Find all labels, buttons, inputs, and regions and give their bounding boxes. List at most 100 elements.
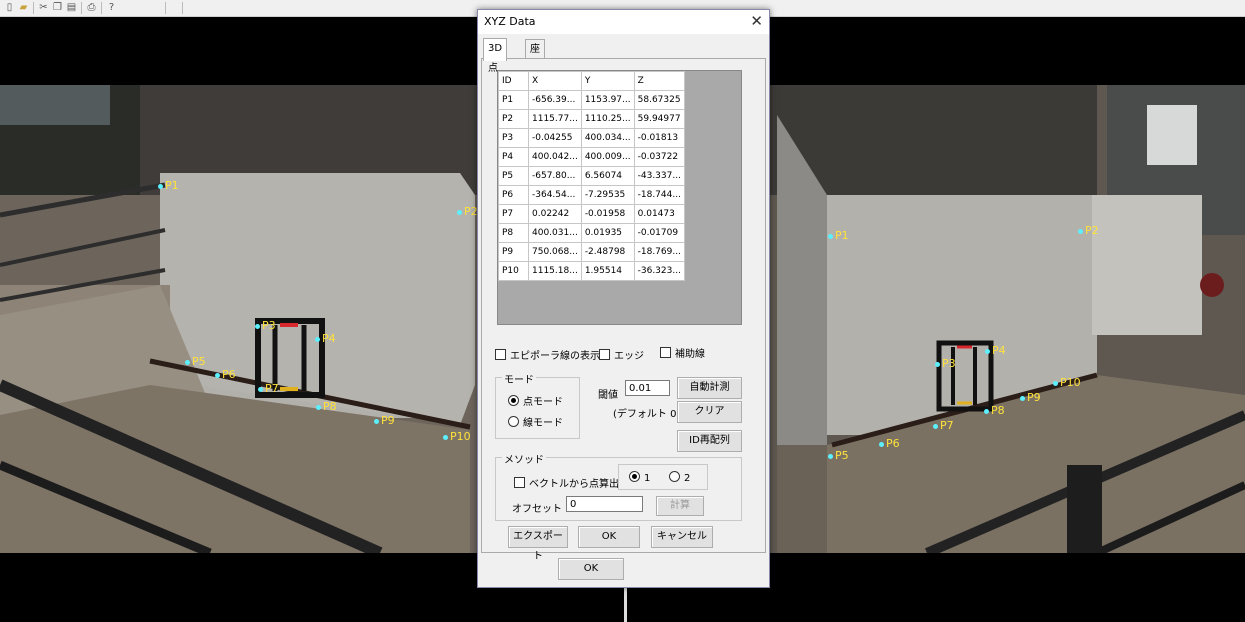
right-point-p9[interactable]: P9	[1020, 391, 1041, 404]
left-point-p8[interactable]: P8	[316, 400, 337, 413]
cell-id[interactable]: P5	[498, 166, 529, 186]
print-icon[interactable]: ⎙	[86, 2, 97, 13]
cell-x[interactable]: 400.031...	[528, 223, 582, 243]
cell-y[interactable]: 1.95514	[580, 261, 635, 281]
table-row[interactable]: P10 1115.18... 1.95514 -36.323...	[498, 261, 685, 281]
cell-y[interactable]: -2.48798	[580, 242, 635, 262]
right-point-p1[interactable]: P1	[828, 229, 849, 242]
right-point-p6[interactable]: P6	[879, 437, 900, 450]
right-point-p8[interactable]: P8	[984, 404, 1005, 417]
radio-dot[interactable]	[629, 471, 640, 482]
left-point-p2[interactable]: P2	[457, 205, 478, 218]
close-icon[interactable]: ✕	[750, 12, 763, 30]
method-option-1-radio[interactable]: 1	[629, 471, 650, 484]
tab-coordinate-transform[interactable]: 座標変換	[525, 39, 545, 115]
new-file-icon[interactable]: ▯	[4, 2, 15, 13]
cell-x[interactable]: 0.02242	[528, 204, 582, 224]
line-mode-radio[interactable]: 線モード	[508, 414, 563, 429]
cell-x[interactable]: 1115.18...	[528, 261, 582, 281]
cell-x[interactable]: -0.04255	[528, 128, 582, 148]
right-point-p10[interactable]: P10	[1053, 376, 1081, 389]
table-row[interactable]: P6 -364.54... -7.29535 -18.744...	[498, 185, 685, 205]
cell-z[interactable]: -0.01709	[633, 223, 685, 243]
left-point-p6[interactable]: P6	[215, 368, 236, 381]
column-header-id[interactable]: ID	[498, 71, 529, 91]
cell-x[interactable]: -364.54...	[528, 185, 582, 205]
cell-z[interactable]: -43.337...	[633, 166, 685, 186]
ok-button[interactable]: OK	[578, 526, 640, 548]
cell-z[interactable]: 58.67325	[633, 90, 685, 110]
method-option-2-radio[interactable]: 2	[669, 471, 690, 484]
radio-dot[interactable]	[508, 395, 519, 406]
copy-icon[interactable]: ❐	[52, 2, 63, 13]
left-point-p1[interactable]: P1	[158, 179, 179, 192]
cell-z[interactable]: -18.744...	[633, 185, 685, 205]
table-row[interactable]: P1 -656.39... 1153.97... 58.67325	[498, 90, 685, 110]
table-row[interactable]: P7 0.02242 -0.01958 0.01473	[498, 204, 685, 224]
cell-y[interactable]: 1153.97...	[580, 90, 635, 110]
help-icon[interactable]: ?	[106, 2, 117, 13]
left-point-p7[interactable]: P7	[258, 382, 279, 395]
right-point-p3[interactable]: P3	[935, 357, 956, 370]
cell-id[interactable]: P10	[498, 261, 529, 281]
cell-x[interactable]: -657.80...	[528, 166, 582, 186]
export-button[interactable]: エクスポート	[508, 526, 568, 562]
cell-z[interactable]: 0.01473	[633, 204, 685, 224]
calc-button[interactable]: 計算	[656, 496, 704, 516]
column-header-z[interactable]: Z	[633, 71, 685, 91]
threshold-input[interactable]: 0.01	[625, 380, 670, 396]
table-row[interactable]: P5 -657.80... 6.56074 -43.337...	[498, 166, 685, 186]
left-point-p4[interactable]: P4	[315, 332, 336, 345]
right-point-p5[interactable]: P5	[828, 449, 849, 462]
paste-icon[interactable]: ▤	[66, 2, 77, 13]
cell-y[interactable]: 0.01935	[580, 223, 635, 243]
cell-id[interactable]: P9	[498, 242, 529, 262]
cell-z[interactable]: -18.769...	[633, 242, 685, 262]
cell-id[interactable]: P8	[498, 223, 529, 243]
column-header-y[interactable]: Y	[580, 71, 635, 91]
cell-id[interactable]: P1	[498, 90, 529, 110]
view-splitter[interactable]	[624, 586, 627, 622]
cell-y[interactable]: -7.29535	[580, 185, 635, 205]
cell-x[interactable]: 1115.77...	[528, 109, 582, 129]
cancel-button[interactable]: キャンセル	[651, 526, 713, 548]
table-row[interactable]: P9 750.068... -2.48798 -18.769...	[498, 242, 685, 262]
cell-id[interactable]: P7	[498, 204, 529, 224]
table-row[interactable]: P2 1115.77... 1110.25... 59.94977	[498, 109, 685, 129]
dialog-ok-button[interactable]: OK	[558, 558, 624, 580]
cut-icon[interactable]: ✂	[38, 2, 49, 13]
edge-checkbox[interactable]: エッジ	[599, 347, 644, 362]
left-point-p10[interactable]: P10	[443, 430, 471, 443]
cell-y[interactable]: 6.56074	[580, 166, 635, 186]
point-mode-radio[interactable]: 点モード	[508, 393, 563, 408]
cell-id[interactable]: P4	[498, 147, 529, 167]
checkbox-box[interactable]	[514, 477, 525, 488]
left-point-p5[interactable]: P5	[185, 355, 206, 368]
cell-x[interactable]: 400.042...	[528, 147, 582, 167]
auto-measure-button[interactable]: 自動計測	[677, 377, 742, 399]
offset-input[interactable]: 0	[566, 496, 643, 512]
checkbox-box[interactable]	[660, 347, 671, 358]
cell-id[interactable]: P2	[498, 109, 529, 129]
reorder-id-button[interactable]: ID再配列	[677, 430, 742, 452]
cell-y[interactable]: -0.01958	[580, 204, 635, 224]
left-point-p9[interactable]: P9	[374, 414, 395, 427]
right-point-p4[interactable]: P4	[985, 344, 1006, 357]
table-row[interactable]: P4 400.042... 400.009... -0.03722	[498, 147, 685, 167]
open-folder-icon[interactable]: ▰	[18, 2, 29, 13]
right-point-p7[interactable]: P7	[933, 419, 954, 432]
clear-button[interactable]: クリア	[677, 401, 742, 423]
table-row[interactable]: P8 400.031... 0.01935 -0.01709	[498, 223, 685, 243]
cell-z[interactable]: 59.94977	[633, 109, 685, 129]
tab-3d-points[interactable]: 3D点	[483, 38, 508, 74]
right-point-p2[interactable]: P2	[1078, 224, 1099, 237]
vector-calc-checkbox[interactable]: ベクトルから点算出	[514, 475, 619, 490]
cell-z[interactable]: -36.323...	[633, 261, 685, 281]
aux-line-checkbox[interactable]: 補助線	[660, 345, 705, 360]
table-row[interactable]: P3 -0.04255 400.034... -0.01813	[498, 128, 685, 148]
checkbox-box[interactable]	[599, 349, 610, 360]
cell-id[interactable]: P6	[498, 185, 529, 205]
left-point-p3[interactable]: P3	[255, 319, 276, 332]
cell-y[interactable]: 1110.25...	[580, 109, 635, 129]
cell-x[interactable]: -656.39...	[528, 90, 582, 110]
